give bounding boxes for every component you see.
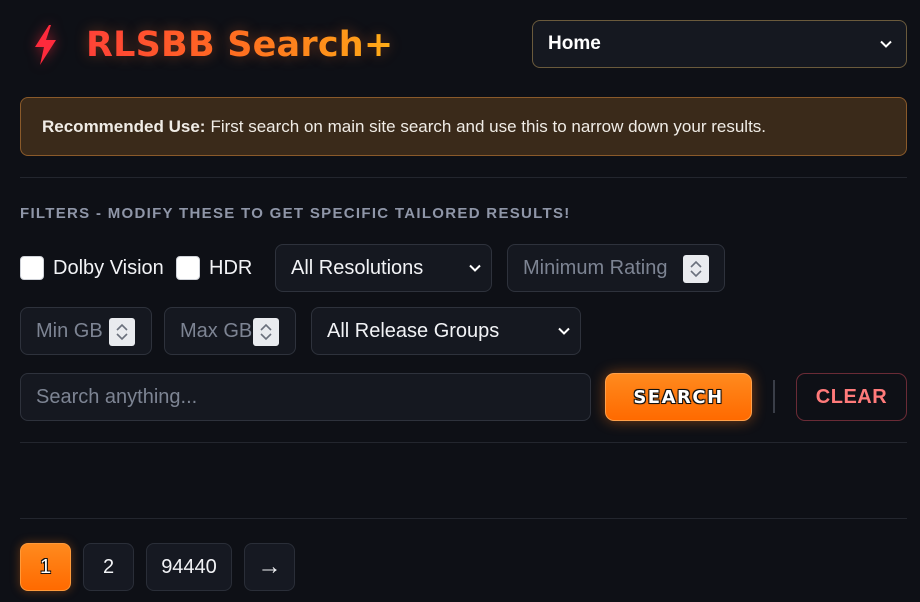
filters-heading: FILTERS - MODIFY THESE TO GET SPECIFIC T… <box>20 205 571 222</box>
notice-text: First search on main site search and use… <box>210 116 767 136</box>
resolution-select[interactable]: All Resolutions <box>275 244 492 292</box>
min-gb-stepper[interactable] <box>109 318 135 346</box>
page-button-1[interactable]: 1 <box>20 543 71 591</box>
search-button[interactable]: SEARCH <box>605 373 752 421</box>
page-button-2[interactable]: 2 <box>83 543 134 591</box>
resolution-selected: All Resolutions <box>291 256 424 279</box>
min-gb-placeholder: Min GB <box>36 319 103 342</box>
clear-button[interactable]: CLEAR <box>796 373 907 421</box>
stepper-arrows-icon <box>690 260 702 278</box>
logo[interactable]: RLSBB Search+ <box>30 24 393 66</box>
search-input[interactable]: Search anything... <box>20 373 591 421</box>
max-gb-placeholder: Max GB <box>180 319 253 342</box>
minimum-rating-placeholder: Minimum Rating <box>523 256 668 279</box>
min-gb-input[interactable]: Min GB <box>20 307 152 355</box>
search-placeholder: Search anything... <box>36 385 198 408</box>
divider <box>20 177 907 178</box>
dolby-vision-label: Dolby Vision <box>53 256 164 279</box>
chevron-down-icon <box>558 327 570 335</box>
stepper-arrows-icon <box>260 323 272 341</box>
hdr-checkbox[interactable]: HDR <box>176 256 252 280</box>
max-gb-input[interactable]: Max GB <box>164 307 296 355</box>
page-nav-selected: Home <box>548 33 601 54</box>
lightning-bolt-icon <box>35 25 56 65</box>
button-separator <box>773 380 775 413</box>
minimum-rating-input[interactable]: Minimum Rating <box>507 244 725 292</box>
divider <box>20 442 907 443</box>
max-gb-stepper[interactable] <box>253 318 279 346</box>
recommended-use-notice: Recommended Use: First search on main si… <box>20 97 907 156</box>
checkbox-box[interactable] <box>176 256 200 280</box>
app-title: RLSBB Search+ <box>86 25 394 65</box>
release-groups-selected: All Release Groups <box>327 319 500 342</box>
hdr-label: HDR <box>209 256 253 279</box>
stepper-arrows-icon <box>116 323 128 341</box>
notice-label: Recommended Use: <box>42 116 206 136</box>
page-nav-select[interactable]: Home <box>532 20 907 68</box>
rating-stepper[interactable] <box>683 255 709 283</box>
next-page-button[interactable]: → <box>244 543 295 591</box>
page-button-last[interactable]: 94440 <box>146 543 232 591</box>
release-groups-select[interactable]: All Release Groups <box>311 307 581 355</box>
divider <box>20 518 907 519</box>
dolby-vision-checkbox[interactable]: Dolby Vision <box>20 256 164 280</box>
chevron-down-icon <box>880 40 892 48</box>
checkbox-box[interactable] <box>20 256 44 280</box>
chevron-down-icon <box>469 264 481 272</box>
